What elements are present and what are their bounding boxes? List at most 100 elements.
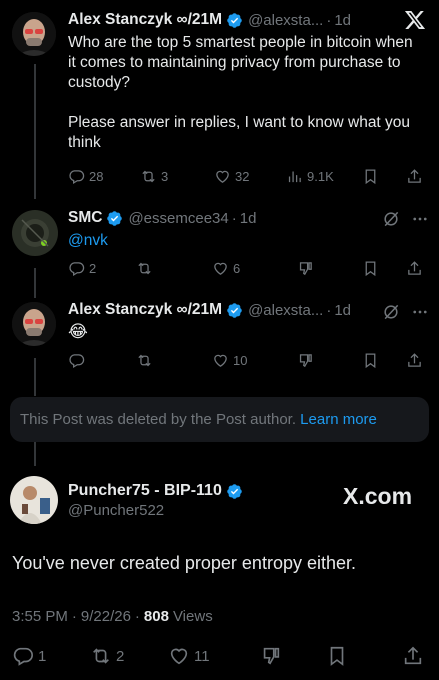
main-header: Puncher75 - BIP-110 [68, 481, 243, 501]
x-logo-icon[interactable] [404, 9, 426, 31]
repost-icon [142, 170, 155, 182]
share-icon [408, 260, 421, 275]
like-count: 10 [233, 352, 248, 368]
heart-icon [216, 170, 229, 183]
author-handle[interactable]: @alexsta... [248, 302, 323, 319]
bookmark-icon [365, 260, 376, 276]
action-bar: 2 6 [68, 258, 428, 278]
tweet-header: SMC @essemcee34 · 1d [68, 208, 256, 228]
thread-line [34, 358, 36, 396]
avatar[interactable] [12, 12, 56, 56]
grok-icon[interactable] [381, 209, 401, 229]
repost-button[interactable] [136, 260, 153, 277]
verified-badge-icon [107, 210, 123, 226]
author-name[interactable]: Alex Stanczyk ∞/21M [68, 11, 222, 29]
author-handle[interactable]: @essemcee34 [128, 210, 228, 227]
repost-count: 2 [116, 647, 125, 665]
thread-line [34, 64, 36, 199]
verified-badge-icon [227, 483, 242, 499]
action-bar: 10 [68, 350, 428, 370]
share-button[interactable] [406, 352, 423, 369]
author-name[interactable]: Alex Stanczyk ∞/21M [68, 301, 222, 319]
tweet-header: Alex Stanczyk ∞/21M @alexsta... · 1d [68, 300, 351, 320]
downvote-icon [299, 261, 312, 275]
like-button[interactable]: 10 [212, 352, 247, 369]
post-date[interactable]: 9/22/26 [81, 608, 131, 625]
repost-count: 3 [161, 168, 169, 184]
main-action-bar: 1 2 11 [12, 643, 432, 669]
share-button[interactable] [406, 260, 423, 277]
reply-button[interactable]: 1 [12, 645, 46, 667]
bookmark-button[interactable] [362, 168, 379, 185]
share-icon [408, 168, 421, 183]
timestamp[interactable]: 1d [240, 210, 257, 227]
repost-button[interactable]: 2 [90, 645, 124, 667]
reply-icon [69, 353, 85, 368]
separator-dot: · [326, 11, 332, 29]
bookmark-button[interactable] [362, 352, 379, 369]
reply-count: 2 [89, 260, 97, 276]
views-label: Views [172, 608, 213, 625]
reply-button[interactable]: 2 [68, 260, 96, 277]
thread-line [34, 268, 36, 298]
timestamp[interactable]: 1d [334, 12, 351, 29]
bookmark-button[interactable] [326, 645, 348, 667]
reply-count: 1 [38, 647, 47, 665]
share-icon [408, 352, 421, 367]
reply-button[interactable]: 28 [68, 168, 103, 185]
downvote-button[interactable] [297, 260, 314, 277]
avatar[interactable] [12, 302, 56, 346]
repost-icon [138, 262, 151, 274]
separator-dot: · [71, 608, 77, 625]
like-count: 6 [233, 260, 241, 276]
learn-more-link[interactable]: Learn more [300, 411, 377, 428]
deleted-notice-text: This Post was deleted by the Post author… [20, 411, 296, 428]
separator-dot: · [231, 209, 237, 227]
deleted-post-notice: This Post was deleted by the Post author… [10, 397, 429, 442]
author-handle[interactable]: @alexsta... [248, 12, 323, 29]
grok-icon[interactable] [381, 302, 401, 322]
avatar[interactable] [10, 476, 58, 524]
like-count: 11 [194, 647, 210, 665]
reply-button[interactable] [68, 352, 85, 369]
like-button[interactable]: 11 [168, 645, 210, 667]
tweet-meta: 3:55 PM · 9/22/26 · 808 Views [12, 608, 213, 625]
bookmark-icon [365, 352, 376, 368]
mention-link[interactable]: @nvk [68, 231, 108, 251]
more-icon[interactable] [410, 210, 430, 228]
share-icon [404, 646, 422, 665]
bookmark-icon [365, 168, 376, 184]
like-button[interactable]: 32 [214, 168, 249, 185]
action-bar: 28 3 32 9.1K [68, 166, 428, 186]
views-count: 808 [143, 608, 169, 625]
repost-button[interactable]: 3 [140, 168, 168, 185]
like-button[interactable]: 6 [212, 260, 240, 277]
share-button[interactable] [402, 645, 424, 667]
views-button[interactable]: 9.1K [286, 168, 334, 185]
bookmark-button[interactable] [362, 260, 379, 277]
views-count: 9.1K [307, 168, 334, 184]
main-tweet-text: You've never created proper entropy eith… [12, 553, 356, 573]
thread-line [34, 442, 36, 466]
author-name[interactable]: SMC [68, 209, 102, 227]
watermark: X.com [343, 483, 413, 509]
author-name[interactable]: Puncher75 - BIP-110 [68, 482, 222, 500]
reply-icon [69, 169, 85, 184]
repost-button[interactable] [136, 352, 153, 369]
reply-count: 28 [89, 168, 104, 184]
downvote-button[interactable] [260, 645, 282, 667]
share-button[interactable] [406, 168, 423, 185]
verified-badge-icon [227, 302, 242, 318]
like-count: 32 [235, 168, 250, 184]
separator-dot: · [134, 608, 140, 625]
reply-icon [13, 647, 33, 666]
more-icon[interactable] [410, 303, 430, 321]
avatar[interactable] [12, 210, 58, 256]
timestamp[interactable]: 1d [334, 302, 351, 319]
downvote-button[interactable] [297, 352, 314, 369]
bookmark-icon [330, 646, 344, 666]
author-handle[interactable]: @Puncher522 [68, 502, 164, 519]
tweet-text: 😂 [68, 322, 88, 341]
post-time[interactable]: 3:55 PM [12, 608, 68, 625]
downvote-icon [263, 647, 280, 665]
